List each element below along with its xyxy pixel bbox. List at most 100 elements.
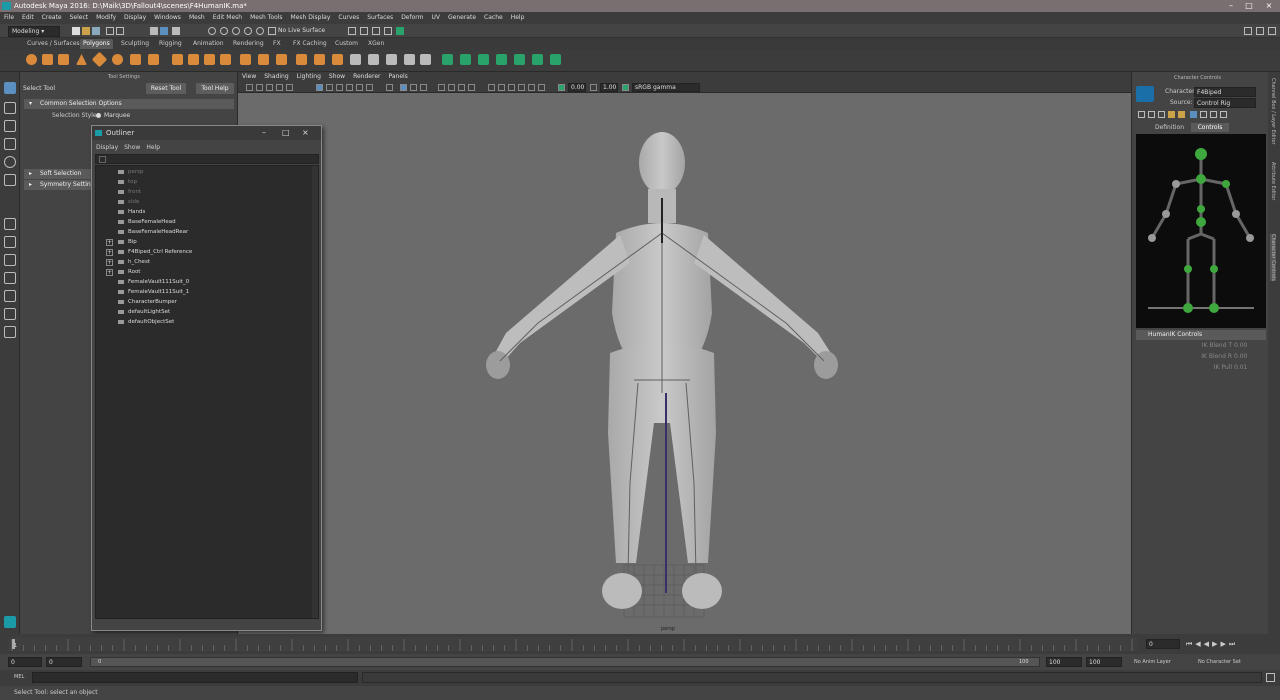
outliner-close-button[interactable]: × bbox=[302, 126, 309, 140]
key-all-icon[interactable] bbox=[1178, 111, 1185, 118]
gamma-icon[interactable] bbox=[590, 84, 597, 91]
xray-icon[interactable] bbox=[400, 84, 407, 91]
minimize-button[interactable]: – bbox=[1224, 1, 1238, 11]
common-selection-section[interactable]: Common Selection Options bbox=[24, 99, 234, 109]
combine-icon[interactable] bbox=[172, 54, 183, 65]
anim-layer-label[interactable]: No Anim Layer bbox=[1134, 659, 1171, 665]
image-plane-icon[interactable] bbox=[276, 84, 283, 91]
wireframe-icon[interactable] bbox=[316, 84, 323, 91]
redo-icon[interactable] bbox=[116, 27, 124, 35]
viewport-menu-shading[interactable]: Shading bbox=[260, 72, 292, 82]
shelf-tab-animation[interactable]: Animation bbox=[190, 39, 227, 49]
make-live-icon[interactable] bbox=[268, 27, 276, 35]
exposure-field[interactable]: 0.00 bbox=[568, 83, 586, 92]
poly-cone-icon[interactable] bbox=[76, 54, 87, 65]
expand-toggle[interactable]: + bbox=[106, 259, 113, 266]
persp-outliner-layout-icon[interactable] bbox=[4, 254, 16, 266]
script-editor-icon[interactable] bbox=[1266, 673, 1275, 682]
scale-tool-icon[interactable] bbox=[4, 174, 16, 186]
render-icon[interactable] bbox=[360, 27, 368, 35]
uv-layout-icon[interactable] bbox=[532, 54, 543, 65]
exposure-icon[interactable] bbox=[558, 84, 565, 91]
outliner-item[interactable]: side bbox=[96, 197, 316, 207]
bridge-icon[interactable] bbox=[276, 54, 287, 65]
pin-both-icon[interactable] bbox=[1210, 111, 1217, 118]
reset-tool-button[interactable]: Reset Tool bbox=[146, 83, 186, 94]
outliner-menu-show[interactable]: Show bbox=[124, 144, 140, 151]
snap-surface-icon[interactable] bbox=[256, 27, 264, 35]
snap-point-icon[interactable] bbox=[232, 27, 240, 35]
humanik-control-figure[interactable] bbox=[1136, 134, 1266, 328]
lasso-tool-icon[interactable] bbox=[4, 102, 16, 114]
character-dropdown[interactable]: F4Biped bbox=[1194, 87, 1256, 97]
character-set-label[interactable]: No Character Set bbox=[1198, 659, 1241, 665]
menu-file[interactable]: File bbox=[0, 12, 18, 24]
menu-windows[interactable]: Windows bbox=[150, 12, 185, 24]
viewport-menu-show[interactable]: Show bbox=[325, 72, 349, 82]
tab-channel-box[interactable]: Channel Box / Layer Editor bbox=[1270, 78, 1276, 145]
maximize-button[interactable]: □ bbox=[1242, 1, 1256, 11]
tab-definition[interactable]: Definition bbox=[1152, 123, 1187, 132]
snap-curve-icon[interactable] bbox=[220, 27, 228, 35]
shelf-tab-fx-caching[interactable]: FX Caching bbox=[290, 39, 330, 49]
ik-pull-value[interactable]: 0.01 bbox=[1234, 364, 1247, 371]
bookmark-icon[interactable] bbox=[266, 84, 273, 91]
tab-attribute-editor[interactable]: Attribute Editor bbox=[1270, 162, 1276, 200]
ik-blend-t-value[interactable]: 0.00 bbox=[1234, 342, 1247, 349]
outliner-item[interactable]: FemaleVault111Suit_1 bbox=[96, 287, 316, 297]
outliner-item[interactable]: defaultLightSet bbox=[96, 307, 316, 317]
menu-cache[interactable]: Cache bbox=[480, 12, 507, 24]
shelf-tab-xgen[interactable]: XGen bbox=[365, 39, 387, 49]
marquee-radio[interactable] bbox=[96, 113, 101, 118]
wireframe-on-shaded-icon[interactable] bbox=[336, 84, 343, 91]
shelf-tab-fx[interactable]: FX bbox=[270, 39, 284, 49]
outliner-filter-icon[interactable] bbox=[99, 156, 106, 163]
outliner-item[interactable]: CharacterBumper bbox=[96, 297, 316, 307]
outliner-search-input[interactable] bbox=[95, 154, 319, 164]
menu-edit[interactable]: Edit bbox=[18, 12, 38, 24]
viewport-menu-panels[interactable]: Panels bbox=[384, 72, 411, 82]
playback-controls[interactable]: ⏮◀◀▶▶⏭ bbox=[1186, 640, 1238, 649]
shelf-tab-custom[interactable]: Custom bbox=[332, 39, 361, 49]
outliner-item[interactable]: BaseFemaleHeadRear bbox=[96, 227, 316, 237]
paint-select-tool-icon[interactable] bbox=[4, 120, 16, 132]
safe-title-icon[interactable] bbox=[538, 84, 545, 91]
outliner-menu-display[interactable]: Display bbox=[96, 144, 118, 151]
color-management-icon[interactable] bbox=[622, 84, 629, 91]
outliner-item[interactable]: defaultObjectSet bbox=[96, 317, 316, 327]
scene-start-field[interactable]: 0 bbox=[8, 657, 42, 667]
menu-generate[interactable]: Generate bbox=[444, 12, 480, 24]
uv-cylindrical-icon[interactable] bbox=[460, 54, 471, 65]
isolate-select-icon[interactable] bbox=[386, 84, 393, 91]
menu-select[interactable]: Select bbox=[66, 12, 93, 24]
poly-cube-icon[interactable] bbox=[42, 54, 53, 65]
menu-deform[interactable]: Deform bbox=[397, 12, 427, 24]
menu-curves[interactable]: Curves bbox=[334, 12, 363, 24]
persp-graph-layout-icon[interactable] bbox=[4, 272, 16, 284]
open-scene-icon[interactable] bbox=[82, 27, 90, 35]
depth-of-field-icon[interactable] bbox=[468, 84, 475, 91]
menu-modify[interactable]: Modify bbox=[92, 12, 120, 24]
menu-edit-mesh[interactable]: Edit Mesh bbox=[209, 12, 246, 24]
uv-automatic-icon[interactable] bbox=[496, 54, 507, 65]
expand-toggle[interactable]: + bbox=[106, 269, 113, 276]
tab-controls[interactable]: Controls bbox=[1191, 123, 1229, 132]
outliner-item[interactable]: + F4Biped_Ctrl Reference bbox=[96, 247, 316, 257]
camera-attributes-icon[interactable] bbox=[256, 84, 263, 91]
outliner-item[interactable]: + Root bbox=[96, 267, 316, 277]
fill-hole-icon[interactable] bbox=[314, 54, 325, 65]
scene-end-field[interactable]: 100 bbox=[1086, 657, 1122, 667]
smooth-icon[interactable] bbox=[204, 54, 215, 65]
view-transform-dropdown[interactable]: sRGB gamma bbox=[632, 83, 700, 92]
viewport-menu-view[interactable]: View bbox=[238, 72, 260, 82]
motion-blur-icon[interactable] bbox=[448, 84, 455, 91]
shadows-icon[interactable] bbox=[366, 84, 373, 91]
toggle-ui-icon[interactable] bbox=[1244, 27, 1252, 35]
maya-home-icon[interactable] bbox=[4, 616, 16, 628]
bevel-icon[interactable] bbox=[296, 54, 307, 65]
render-view-icon[interactable] bbox=[348, 27, 356, 35]
poly-cylinder-icon[interactable] bbox=[58, 54, 69, 65]
resolution-gate-icon[interactable] bbox=[498, 84, 505, 91]
outliner-item[interactable]: BaseFemaleHead bbox=[96, 217, 316, 227]
panel-toggle-icon[interactable] bbox=[1268, 27, 1276, 35]
